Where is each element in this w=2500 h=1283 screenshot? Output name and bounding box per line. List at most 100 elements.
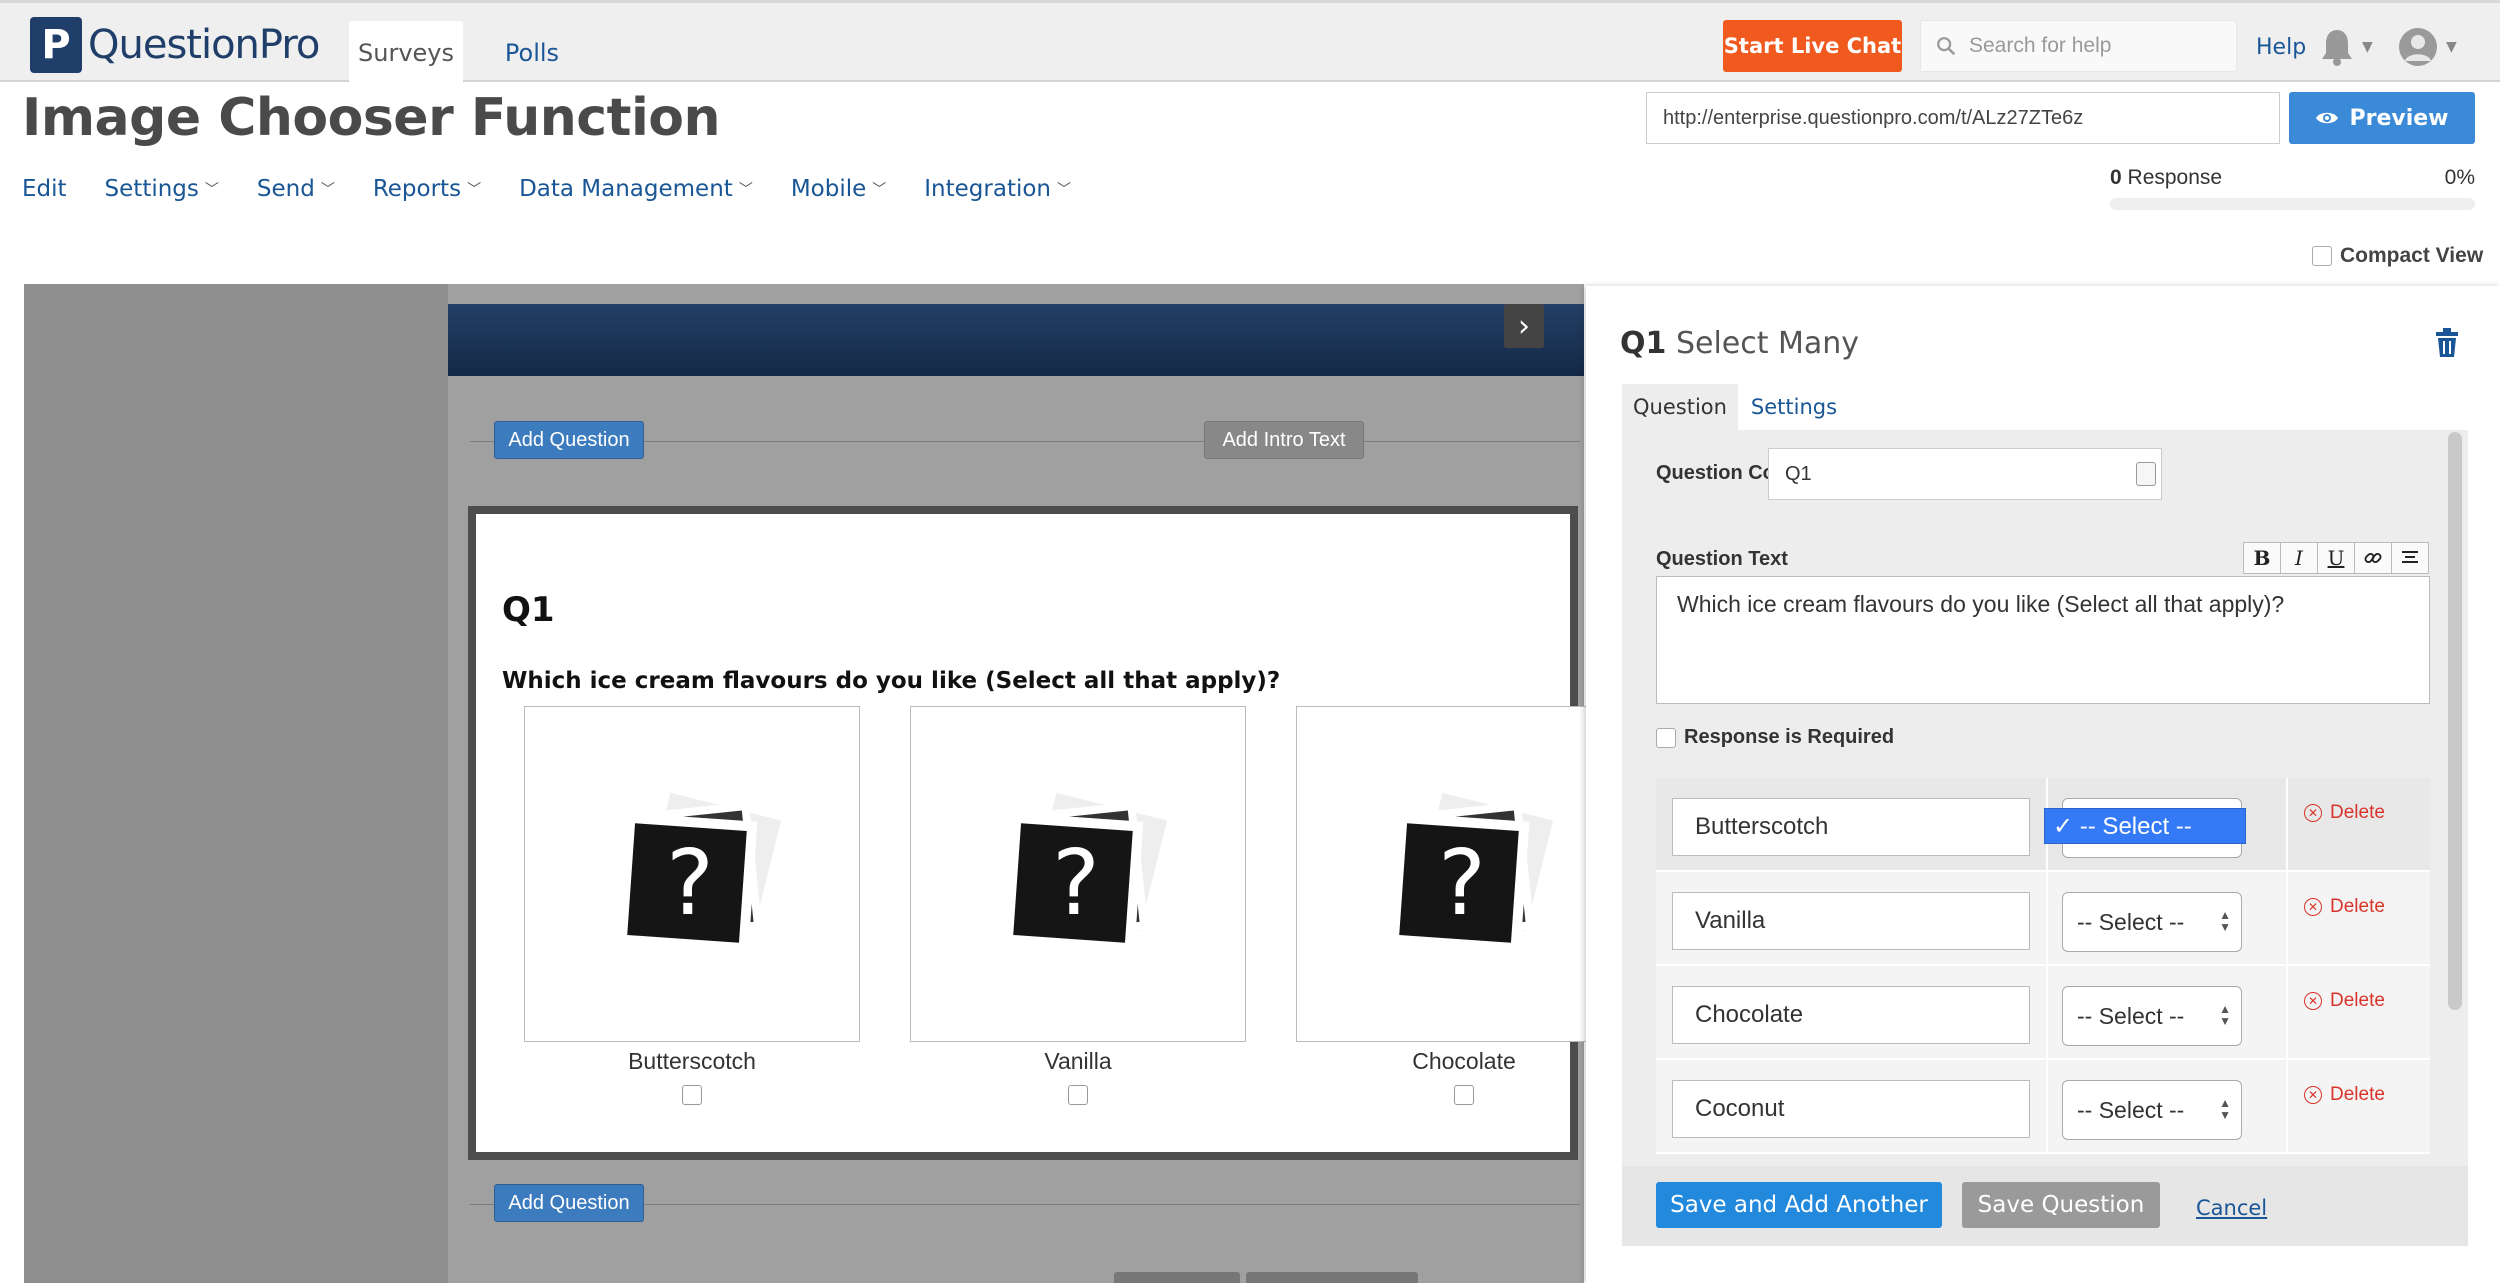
chevron-down-icon: ﹀	[872, 182, 887, 198]
help-search[interactable]	[1920, 20, 2237, 72]
subnav-mobile[interactable]: Mobile ﹀	[791, 176, 886, 202]
option-checkbox[interactable]	[1068, 1085, 1088, 1105]
underline-button[interactable]: U	[2317, 542, 2355, 574]
response-required-toggle[interactable]: Response is Required	[1656, 726, 1894, 749]
option-checkbox[interactable]	[1454, 1085, 1474, 1105]
tab-settings[interactable]: Settings	[1744, 384, 1844, 430]
scrollbar-thumb[interactable]	[2448, 432, 2462, 1010]
cancel-link[interactable]: Cancel	[2196, 1196, 2267, 1220]
question-code-input[interactable]	[1768, 448, 2162, 500]
bold-button[interactable]: B	[2243, 542, 2281, 574]
image-option[interactable]: ? Vanilla	[910, 706, 1246, 1105]
chevron-down-icon: ﹀	[320, 182, 335, 198]
missing-image-icon: ?	[1002, 785, 1175, 954]
chevron-down-icon: ﹀	[1057, 182, 1072, 198]
italic-button[interactable]: I	[2280, 542, 2318, 574]
avatar-icon	[2399, 28, 2437, 66]
contact-card-icon[interactable]	[2136, 462, 2156, 486]
select-arrows-icon: ▲ ▼	[2219, 1096, 2231, 1122]
answer-image-select[interactable]: -- Select -- ▲ ▼	[2062, 1080, 2242, 1140]
delete-answer-button[interactable]: ✕ Delete	[2304, 990, 2385, 1012]
subnav-integration[interactable]: Integration ﹀	[924, 176, 1071, 202]
survey-subnav: Edit Settings ﹀ Send ﹀ Reports ﹀ Data Manag…	[22, 176, 1109, 202]
answer-text-input[interactable]: Coconut	[1672, 1080, 2030, 1138]
delete-label: Delete	[2330, 990, 2385, 1011]
logo-icon: P	[30, 17, 82, 73]
response-required-checkbox[interactable]	[1656, 727, 1676, 748]
user-menu[interactable]: ▼	[2398, 25, 2464, 69]
select-value: -- Select --	[2077, 1002, 2185, 1029]
image-option[interactable]: ? Chocolate	[1296, 706, 1632, 1105]
answer-row: Coconut -- Select -- ▲ ▼ ✕ Delete	[1656, 1060, 2430, 1154]
subnav-reports[interactable]: Reports ﹀	[373, 176, 481, 202]
panel-scrollbar[interactable]	[2448, 432, 2462, 1010]
trash-icon	[2436, 328, 2458, 357]
column-divider	[2286, 872, 2288, 966]
save-question-button[interactable]: Save Question	[1962, 1182, 2160, 1228]
page-title: Image Chooser Function	[22, 88, 721, 148]
answer-text-input[interactable]: Vanilla	[1672, 892, 2030, 950]
subnav-settings[interactable]: Settings ﹀	[105, 176, 219, 202]
compact-view-toggle[interactable]: Compact View	[2312, 244, 2483, 268]
delete-label: Delete	[2330, 1084, 2385, 1105]
start-live-chat-button[interactable]: Start Live Chat	[1723, 20, 1902, 72]
response-count: 0 Response	[2110, 166, 2223, 189]
format-toolbar: B I U	[2243, 542, 2429, 574]
delete-answer-button[interactable]: ✕ Delete	[2304, 1084, 2385, 1106]
survey-url-field[interactable]	[1646, 92, 2280, 144]
subnav-edit[interactable]: Edit	[22, 176, 67, 202]
compact-view-checkbox[interactable]	[2312, 246, 2332, 266]
questionpro-logo[interactable]: P QuestionPro	[30, 17, 320, 73]
image-placeholder[interactable]: ?	[524, 706, 860, 1042]
option-label: Vanilla	[1044, 1048, 1112, 1074]
answer-text-input[interactable]: Butterscotch	[1672, 798, 2030, 856]
select-arrows-icon: ▲ ▼	[2219, 908, 2231, 934]
answer-image-select[interactable]: -- Select -- ▲ ▼	[2062, 892, 2242, 952]
image-option[interactable]: ? Butterscotch	[524, 706, 860, 1105]
close-circle-icon: ✕	[2304, 804, 2322, 822]
answer-text-input[interactable]: Chocolate	[1672, 986, 2030, 1044]
toolbar-stub	[1246, 1272, 1418, 1283]
question-text-editor[interactable]: Which ice cream flavours do you like (Se…	[1656, 576, 2430, 704]
delete-answer-button[interactable]: ✕ Delete	[2304, 896, 2385, 918]
option-checkbox[interactable]	[682, 1085, 702, 1105]
select-dropdown-open-option[interactable]: ✓ -- Select --	[2044, 808, 2246, 844]
tab-question[interactable]: Question	[1622, 384, 1738, 430]
image-placeholder[interactable]: ?	[1296, 706, 1632, 1042]
image-placeholder[interactable]: ?	[910, 706, 1246, 1042]
save-and-add-another-button[interactable]: Save and Add Another	[1656, 1182, 1942, 1228]
subnav-send[interactable]: Send ﹀	[257, 176, 335, 202]
add-question-button[interactable]: Add Question	[494, 421, 644, 459]
delete-question-button[interactable]	[2434, 328, 2460, 362]
answer-image-select[interactable]: -- Select -- ▲ ▼	[2062, 986, 2242, 1046]
column-divider	[2046, 966, 2048, 1060]
search-input[interactable]	[1969, 34, 2209, 58]
close-circle-icon: ✕	[2304, 992, 2322, 1010]
question-text-label: Question Text	[1656, 548, 1788, 570]
question-text: Which ice cream flavours do you like (Se…	[502, 668, 1281, 694]
add-intro-text-button[interactable]: Add Intro Text	[1204, 421, 1364, 459]
chevron-down-icon: ﹀	[738, 182, 753, 198]
tab-polls[interactable]: Polls	[490, 21, 574, 85]
question-card[interactable]: Q1 Which ice cream flavours do you like …	[468, 506, 1632, 1160]
delete-answer-button[interactable]: ✕ Delete	[2304, 802, 2385, 824]
select-value: -- Select --	[2077, 908, 2185, 935]
notifications-menu[interactable]: ▼	[2320, 27, 2380, 67]
add-question-button[interactable]: Add Question	[494, 1184, 644, 1222]
collapse-panel-button[interactable]: ›	[1504, 304, 1544, 348]
help-link[interactable]: Help	[2256, 35, 2306, 60]
tab-surveys[interactable]: Surveys	[349, 21, 463, 85]
answer-row: Chocolate -- Select -- ▲ ▼ ✕ Delete	[1656, 966, 2430, 1060]
link-button[interactable]	[2354, 542, 2392, 574]
subnav-data-management[interactable]: Data Management ﹀	[519, 176, 753, 202]
search-icon	[1937, 37, 1956, 56]
response-bar	[2110, 198, 2475, 210]
question-number: Q1	[502, 590, 555, 630]
chevron-down-icon: ▼	[2446, 39, 2457, 55]
option-label: Chocolate	[1412, 1048, 1516, 1074]
align-button[interactable]	[2391, 542, 2429, 574]
column-divider	[2046, 1060, 2048, 1154]
preview-button[interactable]: Preview	[2289, 92, 2475, 144]
chevron-down-icon: ﹀	[467, 182, 482, 198]
close-circle-icon: ✕	[2304, 1086, 2322, 1104]
